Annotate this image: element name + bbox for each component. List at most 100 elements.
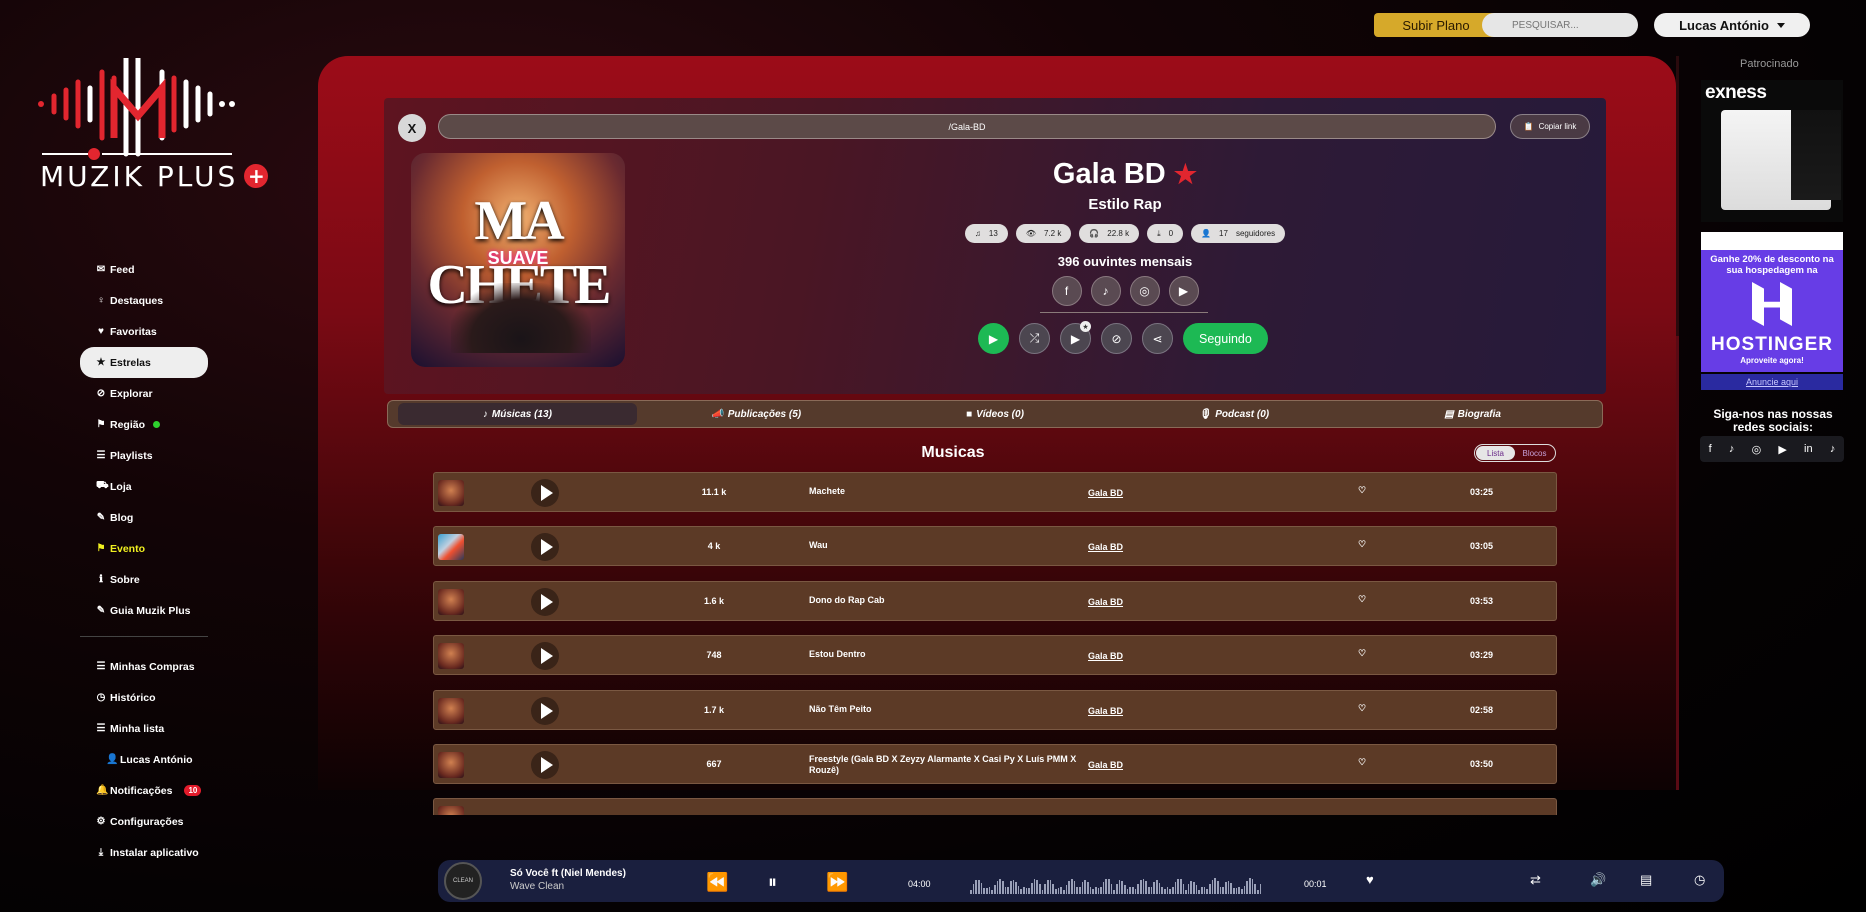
sidebar-item-configuracoes[interactable]: ⚙ Configurações <box>80 806 208 837</box>
music-note-icon: ♪ <box>482 408 488 420</box>
search-input[interactable] <box>1482 13 1638 37</box>
heart-icon[interactable]: ♡ <box>1358 594 1366 605</box>
track-row[interactable]: 748 Estou Dentro Gala BD ♡ 03:29 <box>433 635 1557 676</box>
track-play-button[interactable] <box>531 750 559 779</box>
sidebar-item-explorar[interactable]: ⊘ Explorar <box>80 378 208 409</box>
sidebar-item-feed[interactable]: ✉ Feed <box>80 254 208 285</box>
track-row[interactable]: 1.7 k Não Têm Peito Gala BD ♡ 02:58 <box>433 689 1557 730</box>
track-title[interactable]: Não Têm Peito <box>809 704 1089 715</box>
linkedin-icon[interactable]: in <box>1804 443 1813 455</box>
tab-musicas[interactable]: ♪ Músicas (13) <box>398 403 637 425</box>
waveform-seekbar[interactable] <box>970 876 1262 894</box>
sidebar-item-playlists[interactable]: ☰ Playlists <box>80 440 208 471</box>
track-play-button[interactable] <box>531 642 559 671</box>
track-artist-link[interactable]: Gala BD <box>1088 706 1123 716</box>
play-all-button[interactable]: ▶ <box>978 323 1009 354</box>
sidebar-item-evento[interactable]: ⚑ Evento <box>80 533 208 564</box>
heart-icon[interactable]: ♡ <box>1358 757 1366 768</box>
explore-button[interactable]: ⊘ <box>1101 323 1132 354</box>
instagram-icon[interactable]: ◎ <box>1752 443 1762 456</box>
track-play-button[interactable] <box>531 696 559 725</box>
advertise-link[interactable]: Anuncie aqui <box>1701 374 1843 390</box>
sidebar-item-blog[interactable]: ✎ Blog <box>80 502 208 533</box>
youtube-icon[interactable]: ▶ <box>1168 276 1199 306</box>
ad-banner-hostinger[interactable]: Ganhe 20% de desconto na sua hospedagem … <box>1701 232 1843 372</box>
sidebar-item-destaques[interactable]: ♀ Destaques <box>80 285 208 316</box>
player-track-artist[interactable]: Wave Clean <box>510 881 564 892</box>
facebook-icon[interactable]: f <box>1051 276 1082 306</box>
scrollbar-thumb[interactable] <box>1676 336 1679 790</box>
sidebar-item-minha-lista[interactable]: ☰ Minha lista <box>80 713 208 744</box>
track-artist-link[interactable]: Gala BD <box>1088 542 1123 552</box>
album-cover[interactable]: MA CHETE SUAVE <box>411 153 625 367</box>
heart-icon[interactable]: ♥ <box>1366 872 1374 887</box>
user-menu-button[interactable]: Lucas António <box>1654 13 1810 37</box>
tiktok-icon[interactable]: ♪ <box>1729 443 1735 455</box>
track-artist-link[interactable]: Gala BD <box>1088 651 1123 661</box>
track-title[interactable]: Dono do Rap Cab <box>809 595 1089 606</box>
forward-button[interactable]: ⏩ <box>826 872 848 893</box>
heart-icon[interactable]: ♡ <box>1358 648 1366 659</box>
sidebar-item-sobre[interactable]: ℹ Sobre <box>80 564 208 595</box>
instagram-icon[interactable]: ◎ <box>1129 276 1160 306</box>
sidebar-item-profile[interactable]: 👤 Lucas António <box>80 744 208 775</box>
track-row[interactable]: 11.1 k Machete Gala BD ♡ 03:25 <box>433 472 1557 512</box>
tab-publicacoes[interactable]: 📣 Publicações (5) <box>637 403 876 425</box>
sidebar-item-loja[interactable]: ⛟ Loja <box>80 471 208 502</box>
volume-icon[interactable]: 🔊 <box>1590 872 1606 888</box>
track-row[interactable]: 4 k Wau Gala BD ♡ 03:05 <box>433 526 1557 567</box>
track-artist-link[interactable]: Gala BD <box>1088 597 1123 607</box>
heart-icon[interactable]: ♡ <box>1358 539 1366 550</box>
track-row-partial[interactable] <box>433 798 1557 815</box>
track-row[interactable]: 1.6 k Dono do Rap Cab Gala BD ♡ 03:53 <box>433 580 1557 621</box>
track-title[interactable]: Wau <box>809 540 1089 551</box>
rewind-button[interactable]: ⏪ <box>706 872 728 893</box>
pause-button[interactable]: ⏸ <box>768 872 777 893</box>
waveform-bar <box>1009 881 1012 894</box>
tab-biografia[interactable]: ▤ Biografia <box>1353 403 1592 425</box>
sidebar-item-guia[interactable]: ✎ Guia Muzik Plus <box>80 595 208 626</box>
upgrade-plan-button[interactable]: Subir Plano <box>1374 13 1498 37</box>
player-artwork[interactable]: CLEAN <box>444 862 482 900</box>
view-list-button[interactable]: Lista <box>1476 446 1515 460</box>
sidebar-item-historico[interactable]: ◷ Histórico <box>80 682 208 713</box>
sidebar-item-regiao[interactable]: ⚑ Região <box>80 409 208 440</box>
repeat-icon[interactable]: ⇄ <box>1530 872 1541 888</box>
track-play-button[interactable] <box>531 533 559 562</box>
tab-videos[interactable]: ■ Vídeos (0) <box>876 403 1115 425</box>
queue-icon[interactable]: ▤ <box>1640 872 1652 888</box>
sidebar-item-favoritas[interactable]: ♥ Favoritas <box>80 316 208 347</box>
track-play-button[interactable] <box>531 479 559 507</box>
track-artist-link[interactable]: Gala BD <box>1088 760 1123 770</box>
youtube-icon[interactable]: ▶ <box>1778 443 1786 456</box>
copy-link-button[interactable]: 📋 Copiar link <box>1510 114 1590 139</box>
tab-podcast[interactable]: 🎙 Podcast (0) <box>1114 403 1353 425</box>
heart-icon[interactable]: ♡ <box>1358 485 1366 496</box>
clock-icon[interactable]: ◷ <box>1694 872 1705 888</box>
facebook-icon[interactable]: f <box>1709 443 1712 455</box>
play-starred-button[interactable]: ▶ ★ <box>1060 321 1091 354</box>
view-blocks-button[interactable]: Blocos <box>1515 446 1554 460</box>
track-row[interactable]: 667 Freestyle (Gala BD X Zeyzy Alarmante… <box>433 743 1557 784</box>
player-track-title[interactable]: Só Você ft (Niel Mendes) <box>510 868 626 879</box>
heart-icon[interactable]: ♡ <box>1358 703 1366 714</box>
sidebar-item-notificacoes[interactable]: 🔔 Notificações 10 <box>80 775 208 806</box>
track-title[interactable]: Machete <box>809 486 1089 497</box>
sidebar-item-minhas-compras[interactable]: ☰ Minhas Compras <box>80 651 208 682</box>
tiktok-icon[interactable]: ♪ <box>1830 443 1836 455</box>
tiktok-icon[interactable]: ♪ <box>1090 276 1121 306</box>
track-title[interactable]: Freestyle (Gala BD X Zeyzy Alarmante X C… <box>809 754 1089 776</box>
close-button[interactable]: X <box>398 114 426 142</box>
artist-url-field[interactable]: /Gala-BD <box>438 114 1496 139</box>
waveform-bar <box>1089 886 1092 894</box>
track-play-button[interactable] <box>531 587 559 616</box>
shuffle-button[interactable]: ⤮ <box>1019 323 1050 354</box>
ad-banner-exness[interactable]: exness <box>1701 80 1843 222</box>
follow-button[interactable]: Seguindo <box>1183 323 1268 354</box>
track-title[interactable]: Estou Dentro <box>809 649 1089 660</box>
share-button[interactable]: ⋖ <box>1142 323 1173 354</box>
muzik-plus-logo[interactable]: MUZIK PLUS + <box>36 58 276 228</box>
track-artist-link[interactable]: Gala BD <box>1088 488 1123 498</box>
sidebar-item-instalar[interactable]: ⤓ Instalar aplicativo <box>80 837 208 868</box>
sidebar-item-estrelas[interactable]: ★ Estrelas <box>80 347 208 378</box>
